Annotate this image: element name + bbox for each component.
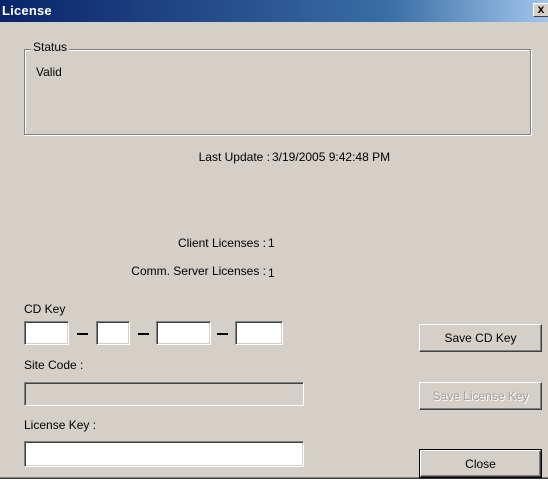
- license-key-label: License Key :: [24, 418, 97, 432]
- cd-key-part-3-input[interactable]: [156, 321, 211, 345]
- status-value: Valid: [36, 65, 62, 79]
- client-licenses-value: 1: [268, 236, 275, 250]
- cd-key-separator-1: [77, 333, 88, 335]
- license-key-input[interactable]: [24, 441, 304, 467]
- license-dialog: License x Status Valid Last Update : 3/1…: [0, 0, 548, 479]
- cd-key-separator-3: [217, 333, 228, 335]
- cd-key-part-1-input[interactable]: [24, 321, 69, 345]
- cd-key-label: CD Key: [24, 302, 66, 316]
- window-title: License: [2, 3, 52, 18]
- site-code-label: Site Code :: [24, 358, 84, 372]
- cd-key-part-4-input[interactable]: [235, 321, 283, 345]
- comm-server-licenses-value: 1: [268, 266, 275, 280]
- site-code-field[interactable]: [24, 382, 304, 406]
- save-license-key-button[interactable]: Save License Key: [419, 382, 542, 410]
- cd-key-separator-2: [138, 333, 149, 335]
- client-licenses-label: Client Licenses :: [177, 236, 266, 250]
- status-group: [24, 49, 531, 135]
- cd-key-part-2-input[interactable]: [96, 321, 130, 345]
- close-button[interactable]: Close: [419, 449, 542, 478]
- last-update-value: 3/19/2005 9:42:48 PM: [272, 150, 391, 164]
- window-close-icon[interactable]: x: [533, 3, 548, 17]
- last-update-label: Last Update :: [198, 150, 270, 164]
- save-cd-key-button[interactable]: Save CD Key: [419, 324, 542, 352]
- comm-server-licenses-label: Comm. Server Licenses :: [131, 264, 266, 278]
- title-bar[interactable]: License x: [0, 0, 548, 22]
- status-group-label: Status: [31, 40, 70, 54]
